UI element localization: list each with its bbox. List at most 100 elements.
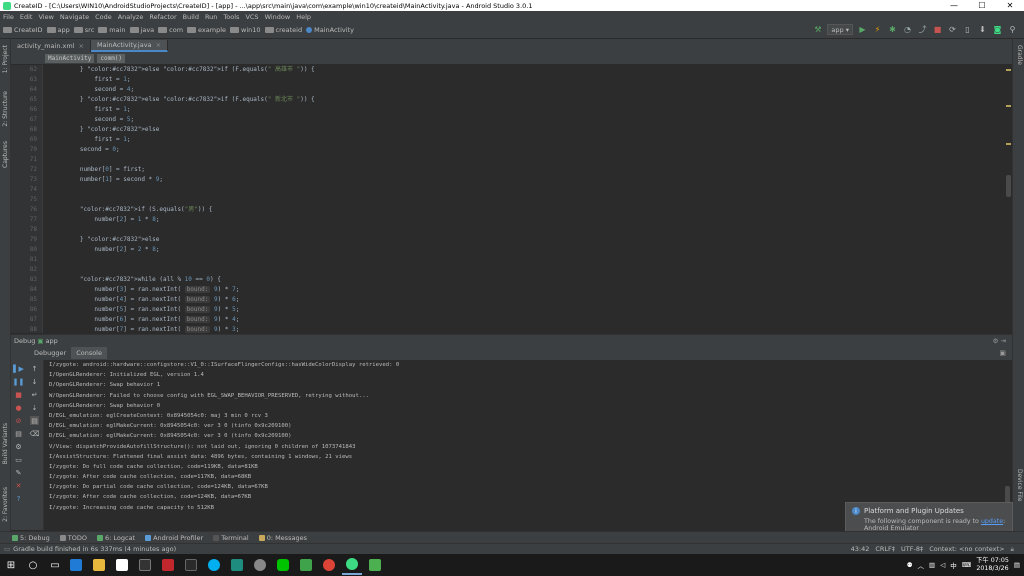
clear-all-icon[interactable]: ⌫	[30, 429, 40, 438]
search-icon[interactable]: ⚲	[1007, 24, 1018, 35]
tool-tab-build-variants[interactable]: Build Variants	[2, 423, 9, 464]
menu-code[interactable]: Code	[95, 13, 112, 21]
caret-position[interactable]: 43:42	[851, 545, 870, 554]
breadcrumb-win10[interactable]: win10	[230, 26, 261, 34]
settings-icon[interactable]: ⚙	[14, 442, 23, 451]
editor-scrollbar[interactable]	[1005, 65, 1012, 333]
tool-tab-project[interactable]: 1: Project	[2, 45, 9, 73]
stop-icon[interactable]: ■	[14, 390, 23, 399]
stop-icon[interactable]: ■	[932, 24, 943, 35]
menu-navigate[interactable]: Navigate	[60, 13, 89, 21]
breadcrumb-mainactivity[interactable]: MainActivity	[306, 26, 354, 34]
breadcrumb-project[interactable]: CreateID	[3, 26, 43, 34]
view-breakpoints-icon[interactable]: ●	[14, 403, 23, 412]
tool-tab-favorites[interactable]: 2: Favorites	[2, 487, 9, 522]
scroll-to-end-icon[interactable]: ⇣	[30, 403, 39, 412]
context-indicator[interactable]: Context: <no context>	[929, 545, 1004, 554]
breadcrumb-app[interactable]: app	[46, 26, 70, 34]
debug-config[interactable]: app	[46, 337, 58, 345]
menu-window[interactable]: Window	[265, 13, 291, 21]
dark-app-icon[interactable]	[181, 555, 201, 575]
skype-icon[interactable]	[204, 555, 224, 575]
keyboard-icon[interactable]: ⌨	[962, 561, 971, 569]
tool-tab-device-file-explorer[interactable]: Device File	[1016, 469, 1023, 501]
menu-help[interactable]: Help	[296, 13, 311, 21]
tool-tab-captures[interactable]: Captures	[2, 141, 9, 168]
breadcrumb-createid[interactable]: createid	[264, 26, 302, 34]
menu-build[interactable]: Build	[183, 13, 199, 21]
editor-scrollbar-thumb[interactable]	[1006, 175, 1011, 197]
breadcrumb-main[interactable]: main	[98, 26, 126, 34]
tool-tab-gradle[interactable]: Gradle	[1016, 45, 1023, 65]
soft-wrap-icon[interactable]: ↵	[30, 390, 39, 399]
tool-tab-todo[interactable]: TODO	[59, 534, 87, 542]
print-icon[interactable]: ▤	[30, 416, 39, 425]
make-project-icon[interactable]: ⚒	[812, 24, 823, 35]
apply-changes-icon[interactable]: ⚡	[872, 24, 883, 35]
green-app-icon[interactable]	[296, 555, 316, 575]
ime-indicator[interactable]: 中	[950, 560, 957, 570]
tab-debugger[interactable]: Debugger	[29, 347, 71, 359]
tab-activity-main-xml[interactable]: activity_main.xml ×	[11, 40, 91, 52]
update-link[interactable]: update	[981, 518, 1003, 525]
pin-icon[interactable]: ✎	[14, 468, 23, 477]
close-button[interactable]: ✕	[996, 1, 1024, 10]
menu-view[interactable]: View	[38, 13, 53, 21]
breadcrumb-java[interactable]: java	[129, 26, 154, 34]
volume-icon[interactable]: ◁	[940, 561, 945, 569]
line-separator[interactable]: CRLF‡	[875, 545, 895, 554]
warning-marker[interactable]	[1006, 143, 1011, 145]
breadcrumb-src[interactable]: src	[73, 26, 94, 34]
tool-tab-structure[interactable]: 2: Structure	[2, 91, 9, 127]
media-app-icon[interactable]	[250, 555, 270, 575]
up-arrow-icon[interactable]: ↑	[30, 364, 39, 373]
edge-icon[interactable]	[66, 555, 86, 575]
menu-file[interactable]: File	[3, 13, 14, 21]
menu-run[interactable]: Run	[205, 13, 217, 21]
tab-mainactivity-java[interactable]: MainActivity.java ×	[90, 40, 169, 52]
menu-edit[interactable]: Edit	[20, 13, 33, 21]
pause-icon[interactable]: ❚❚	[13, 377, 25, 386]
code-editor[interactable]: 62 } "color:#cc7832">else "color:#cc7832…	[11, 65, 1012, 333]
network-icon[interactable]: ▥	[929, 561, 935, 569]
maximize-button[interactable]: ☐	[968, 1, 996, 10]
close-tab-icon[interactable]: ×	[79, 42, 84, 50]
breadcrumb-com[interactable]: com	[158, 26, 183, 34]
resume-icon[interactable]: ▌▶	[13, 364, 24, 373]
file-encoding[interactable]: UTF-8‡	[901, 545, 923, 554]
red-app-icon[interactable]	[158, 555, 178, 575]
file-explorer-icon[interactable]	[89, 555, 109, 575]
class-crumb[interactable]: MainActivity	[45, 53, 95, 63]
sdk-manager-icon[interactable]: ⬇	[977, 24, 988, 35]
task-view-icon[interactable]: ▭	[44, 554, 66, 576]
minimize-button[interactable]: —	[940, 1, 968, 10]
terminal-app-icon[interactable]	[135, 555, 155, 575]
hide-panel-icon[interactable]: ⚙ ⇥	[993, 337, 1006, 345]
android-device-monitor-icon[interactable]: ◙	[992, 24, 1003, 35]
line-icon[interactable]	[273, 555, 293, 575]
warning-marker[interactable]	[1006, 105, 1011, 107]
method-crumb[interactable]: comm()	[97, 53, 126, 63]
tool-tab-android-profiler[interactable]: Android Profiler	[145, 534, 203, 542]
get-thread-dump-icon[interactable]: ▤	[14, 429, 23, 438]
tool-tab-messages[interactable]: 0: Messages	[258, 534, 307, 542]
lock-icon[interactable]: 🔒︎	[1011, 545, 1014, 554]
debug-icon[interactable]: ✱	[887, 24, 898, 35]
chrome-icon[interactable]	[319, 555, 339, 575]
clock[interactable]: 下午 07:05 2018/3/26	[976, 557, 1009, 573]
search-icon[interactable]: ○	[22, 554, 44, 576]
down-arrow-icon[interactable]: ↓	[30, 377, 39, 386]
store-icon[interactable]	[112, 555, 132, 575]
mute-breakpoints-icon[interactable]: ⊘	[14, 416, 23, 425]
notifications-icon[interactable]: ▤	[1014, 561, 1020, 569]
avd-manager-icon[interactable]: ▯	[962, 24, 973, 35]
restore-icon[interactable]: ▭	[14, 455, 23, 464]
teal-app-icon[interactable]	[227, 555, 247, 575]
menu-analyze[interactable]: Analyze	[118, 13, 144, 21]
android-studio-taskbar-icon[interactable]	[342, 555, 362, 575]
help-icon[interactable]: ?	[14, 494, 23, 503]
menu-vcs[interactable]: VCS	[245, 13, 258, 21]
sync-gradle-icon[interactable]: ⟳	[947, 24, 958, 35]
tool-tab-debug[interactable]: 5: Debug	[12, 534, 50, 542]
folder-app-icon[interactable]	[365, 555, 385, 575]
